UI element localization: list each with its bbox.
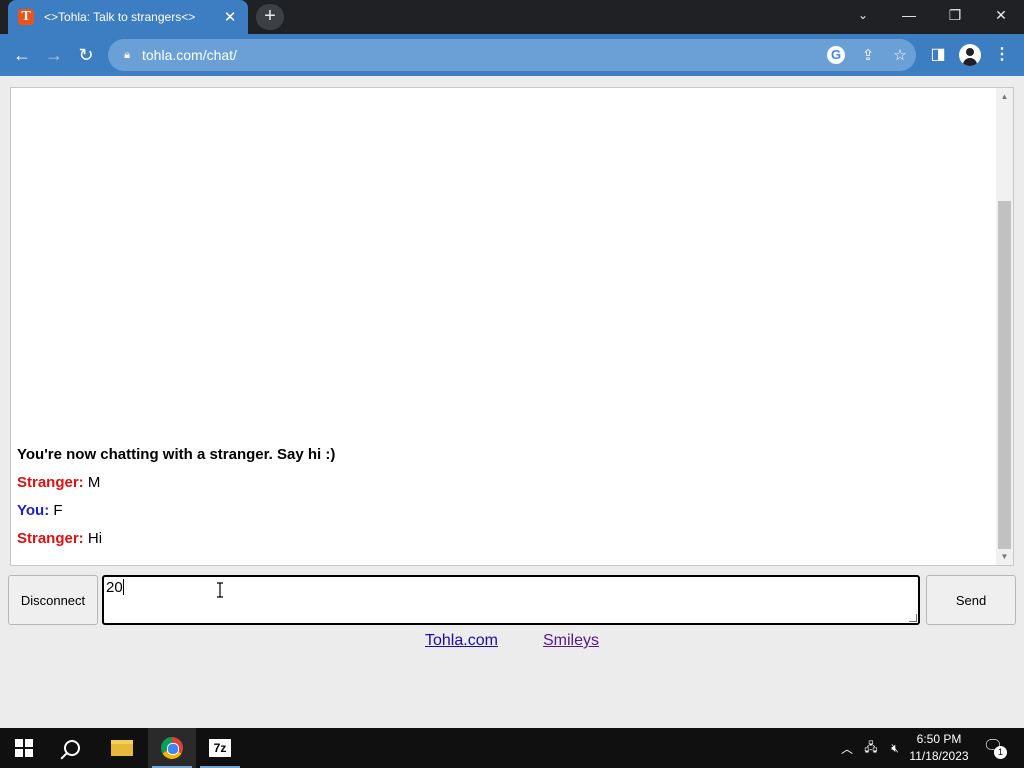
address-bar[interactable]: 🔒︎ tohla.com/chat/ G ⇪ ☆ bbox=[108, 39, 916, 71]
search-icon bbox=[64, 740, 80, 756]
browser-toolbar: ← → ↻ 🔒︎ tohla.com/chat/ G ⇪ ☆ ◨ ⋮ bbox=[0, 34, 1024, 76]
browser-tab[interactable]: T <>Tohla: Talk to strangers<> ✕ bbox=[8, 0, 248, 34]
close-window-icon[interactable]: ✕ bbox=[978, 0, 1024, 30]
google-icon[interactable]: G bbox=[827, 46, 845, 64]
back-icon[interactable]: ← bbox=[6, 39, 38, 71]
side-panel-icon[interactable]: ◨ bbox=[922, 39, 954, 71]
tohla-favicon-icon: T bbox=[18, 9, 34, 25]
share-icon[interactable]: ⇪ bbox=[852, 46, 884, 64]
chat-status: You're now chatting with a stranger. Say… bbox=[17, 446, 336, 463]
smileys-link[interactable]: Smileys bbox=[543, 632, 599, 650]
clock-date: 11/18/2023 bbox=[909, 749, 969, 763]
new-tab-button[interactable]: + bbox=[256, 4, 284, 30]
show-hidden-icons-chevron-icon[interactable]: ︿ bbox=[838, 728, 856, 768]
restore-icon[interactable]: ❐ bbox=[932, 0, 978, 30]
sender-label: Stranger: bbox=[17, 530, 84, 547]
clock-time: 6:50 PM bbox=[916, 732, 962, 746]
browser-titlebar: T <>Tohla: Talk to strangers<> ✕ + ⌄ — ❐… bbox=[0, 0, 1024, 34]
ibeam-cursor-icon bbox=[217, 582, 223, 598]
chrome-icon bbox=[161, 737, 183, 759]
forward-icon[interactable]: → bbox=[38, 39, 70, 71]
sender-label: You: bbox=[17, 502, 50, 519]
send-button[interactable]: Send bbox=[926, 575, 1016, 625]
start-button[interactable] bbox=[0, 728, 48, 768]
profile-icon[interactable] bbox=[954, 39, 986, 71]
lock-icon: 🔒︎ bbox=[124, 48, 130, 61]
sender-label: Stranger: bbox=[17, 474, 84, 491]
volume-muted-icon[interactable]: 🔇︎ bbox=[884, 728, 906, 768]
menu-kebab-icon[interactable]: ⋮ bbox=[986, 39, 1018, 71]
tohla-home-link[interactable]: Tohla.com bbox=[425, 632, 498, 650]
notification-count-badge: 1 bbox=[994, 746, 1007, 759]
close-tab-icon[interactable]: ✕ bbox=[222, 8, 238, 26]
windows-logo-icon bbox=[15, 739, 33, 757]
chat-page: You're now chatting with a stranger. Say… bbox=[0, 76, 1024, 728]
tab-search-chevron-icon[interactable]: ⌄ bbox=[840, 0, 886, 30]
windows-taskbar: 7z ︿ 🖧︎ 🔇︎ 6:50 PM 11/18/2023 🗨︎ 1 bbox=[0, 728, 1024, 768]
resize-handle-icon[interactable] bbox=[909, 614, 917, 622]
message-text: F bbox=[53, 502, 63, 519]
scroll-down-arrow-icon[interactable]: ▼ bbox=[996, 548, 1013, 565]
message-text: M bbox=[87, 474, 101, 491]
sevenzip-icon: 7z bbox=[209, 739, 231, 757]
network-icon[interactable]: 🖧︎ bbox=[860, 728, 882, 768]
message-line: You: F bbox=[17, 497, 987, 525]
url-text: tohla.com/chat/ bbox=[142, 47, 237, 63]
message-text: Hi bbox=[87, 530, 103, 547]
message-input[interactable]: 20 bbox=[102, 575, 920, 625]
sevenzip-taskbar-button[interactable]: 7z bbox=[196, 728, 244, 768]
file-explorer-button[interactable] bbox=[98, 728, 146, 768]
folder-icon bbox=[111, 740, 133, 756]
message-list: You're now chatting with a stranger. Say… bbox=[17, 441, 987, 553]
chrome-taskbar-button[interactable] bbox=[148, 728, 196, 768]
notification-center-icon[interactable]: 🗨︎ 1 bbox=[980, 736, 1007, 760]
chat-scrollbar[interactable]: ▲ ▼ bbox=[996, 88, 1013, 565]
message-line: Stranger: Hi bbox=[17, 525, 987, 553]
text-caret bbox=[122, 579, 124, 595]
tab-title: <>Tohla: Talk to strangers<> bbox=[44, 10, 196, 24]
message-line: Stranger: M bbox=[17, 469, 987, 497]
minimize-icon[interactable]: — bbox=[886, 0, 932, 30]
taskbar-clock[interactable]: 6:50 PM 11/18/2023 bbox=[906, 731, 972, 765]
scrollbar-thumb[interactable] bbox=[998, 201, 1011, 549]
disconnect-button[interactable]: Disconnect bbox=[8, 575, 98, 625]
search-button[interactable] bbox=[48, 728, 96, 768]
message-input-value: 20 bbox=[106, 579, 123, 596]
chat-log[interactable]: You're now chatting with a stranger. Say… bbox=[10, 87, 1014, 566]
scroll-up-arrow-icon[interactable]: ▲ bbox=[996, 88, 1013, 105]
reload-icon[interactable]: ↻ bbox=[70, 39, 102, 71]
bookmark-star-icon[interactable]: ☆ bbox=[884, 46, 916, 64]
